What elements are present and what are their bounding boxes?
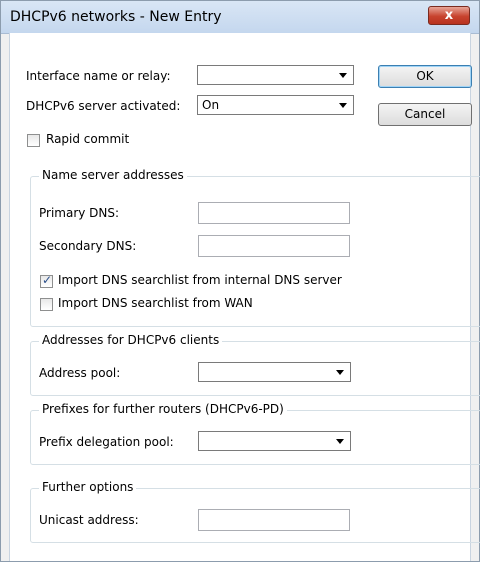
clients-group: Addresses for DHCPv6 clients Address poo…: [30, 333, 480, 396]
further-options-legend: Further options: [39, 480, 137, 494]
import-internal-checkbox[interactable]: ✓: [40, 273, 53, 288]
address-pool-label: Address pool:: [39, 366, 121, 380]
interface-label: Interface name or relay:: [26, 69, 171, 83]
rapid-commit-checkbox[interactable]: [27, 134, 40, 147]
check-icon: ✓: [42, 273, 53, 287]
primary-dns-label: Primary DNS:: [39, 206, 120, 220]
rapid-commit-label: Rapid commit: [46, 132, 130, 146]
name-server-legend: Name server addresses: [39, 168, 187, 182]
primary-dns-input[interactable]: [198, 202, 350, 224]
close-button[interactable]: x: [428, 6, 470, 25]
server-activated-combo[interactable]: On: [197, 95, 354, 115]
chevron-down-icon: [339, 103, 347, 108]
ok-button[interactable]: OK: [378, 65, 472, 88]
chevron-down-icon: [336, 439, 344, 444]
server-activated-label: DHCPv6 server activated:: [26, 99, 181, 113]
import-wan-checkbox[interactable]: [40, 298, 53, 311]
import-wan-label: Import DNS searchlist from WAN: [58, 296, 253, 310]
name-server-group: Name server addresses Primary DNS: Secon…: [30, 168, 480, 327]
address-pool-combo[interactable]: [198, 362, 351, 382]
title-bar[interactable]: DHCPv6 networks - New Entry x: [1, 1, 479, 34]
chevron-down-icon: [339, 73, 347, 78]
import-internal-label: Import DNS searchlist from internal DNS …: [58, 273, 342, 287]
further-options-group: Further options Unicast address:: [30, 480, 480, 543]
clients-legend: Addresses for DHCPv6 clients: [39, 333, 223, 347]
close-icon: x: [444, 8, 454, 23]
secondary-dns-input[interactable]: [198, 235, 350, 257]
dialog-window: DHCPv6 networks - New Entry x Interface …: [0, 0, 480, 562]
unicast-address-input[interactable]: [198, 509, 350, 531]
dialog-body: Interface name or relay: DHCPv6 server a…: [9, 33, 480, 561]
window-title: DHCPv6 networks - New Entry: [10, 9, 222, 25]
interface-combo[interactable]: [197, 65, 354, 85]
cancel-button[interactable]: Cancel: [378, 103, 472, 126]
unicast-address-label: Unicast address:: [39, 513, 139, 527]
server-activated-value: On: [202, 98, 220, 112]
prefix-pool-label: Prefix delegation pool:: [39, 435, 174, 449]
prefix-pool-combo[interactable]: [198, 431, 351, 451]
chevron-down-icon: [336, 370, 344, 375]
prefixes-legend: Prefixes for further routers (DHCPv6-PD): [39, 402, 287, 416]
secondary-dns-label: Secondary DNS:: [39, 239, 137, 253]
prefixes-group: Prefixes for further routers (DHCPv6-PD)…: [30, 402, 480, 465]
